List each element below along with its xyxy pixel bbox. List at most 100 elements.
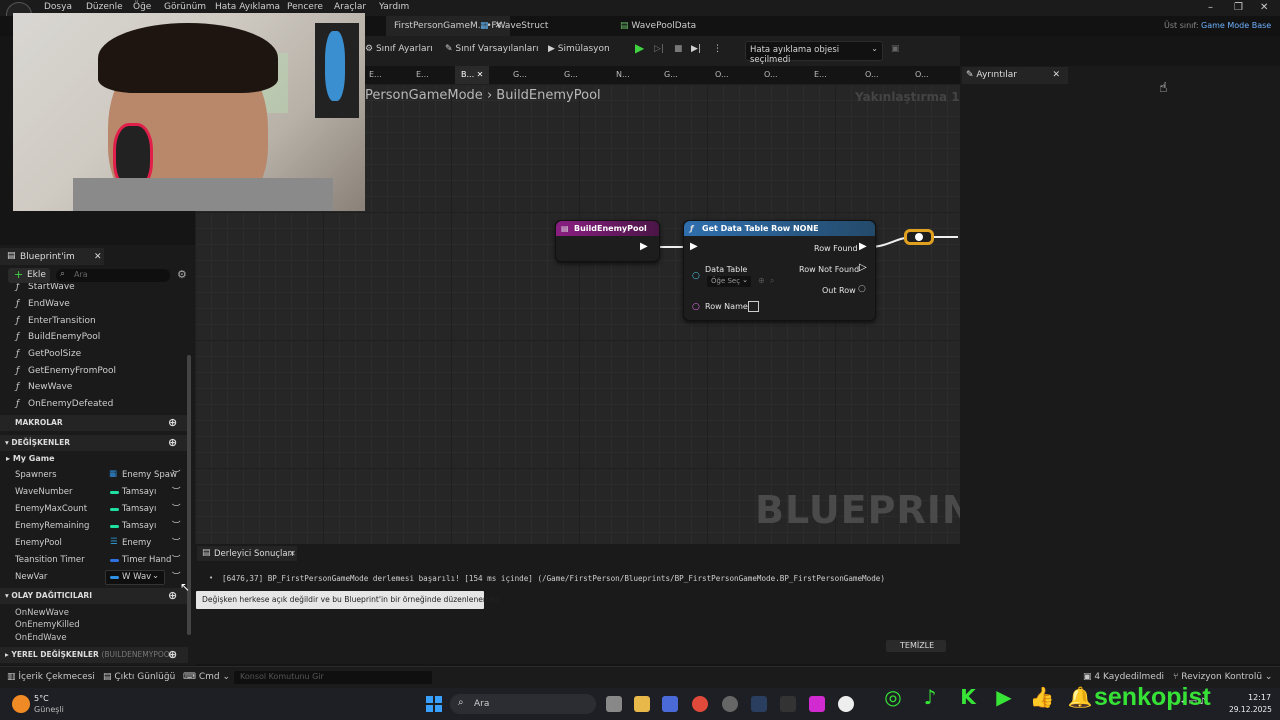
tab-my-blueprint[interactable]: ▤ Blueprint'im ✕ [0, 248, 104, 265]
weather-icon [12, 695, 30, 713]
dispatcher-item[interactable]: OnEndWave [15, 633, 67, 643]
type-pill-icon [110, 491, 119, 494]
settings-gear-icon[interactable]: ⚙ [177, 268, 187, 281]
out-row-label: Out Row [822, 286, 856, 295]
add-dispatcher-icon[interactable]: ⊕ [168, 588, 177, 604]
chrome-icon[interactable] [692, 696, 708, 712]
unsaved-button[interactable]: ▣ 4 Kaydedilmedi [1083, 672, 1164, 682]
category-my-game[interactable]: ▸ My Game [6, 454, 55, 463]
exec-out-pin[interactable]: ▶ [640, 241, 648, 252]
clear-button[interactable]: TEMİZLE [886, 640, 946, 652]
add-variable-icon[interactable]: ⊕ [168, 435, 177, 451]
clock-time[interactable]: 12:17 [1248, 693, 1271, 702]
row-not-found-pin[interactable]: ▷ [859, 262, 867, 273]
row-found-pin[interactable]: ▶ [859, 241, 867, 252]
cmd-select[interactable]: ⌨ Cmd ⌄ [183, 672, 230, 682]
revision-label: Revizyon Kontrolü [1181, 672, 1263, 682]
eye-closed-icon[interactable]: ︶ [172, 485, 181, 497]
variable-type: Enemy Spaw [122, 470, 177, 480]
console-input[interactable]: Konsol Komutunu Gir [234, 671, 432, 684]
use-selected-icon[interactable]: ⊕ [758, 276, 765, 285]
file-explorer-icon[interactable] [634, 696, 650, 712]
function-item[interactable]: NewWave [28, 382, 72, 392]
bell-icon: 🔔 [1067, 685, 1093, 709]
function-item[interactable]: EndWave [28, 299, 70, 309]
close-icon[interactable]: ✕ [94, 252, 102, 262]
data-table-select[interactable]: Öğe Seç ⌄ [707, 276, 751, 287]
function-entry-node[interactable]: ▤ BuildEnemyPool ▶ [555, 220, 660, 262]
details-icon: ✎ [966, 70, 974, 80]
function-item[interactable]: GetPoolSize [28, 349, 81, 359]
tab-details[interactable]: ✎ Ayrıntılar ✕ [962, 67, 1068, 84]
variable-row[interactable]: Spawners ▦ Enemy Spaw ︶ [0, 467, 188, 484]
output-log-button[interactable]: ▤ Çıktı Günlüğü [103, 672, 175, 682]
get-data-table-row-node[interactable]: ƒ Get Data Table Row NONE ▶ ○ Data Table… [683, 220, 876, 321]
variable-row[interactable]: EnemyRemaining Tamsayı ︶ [0, 518, 188, 535]
dispatcher-item[interactable]: OnNewWave [15, 608, 69, 618]
store-icon[interactable] [662, 696, 678, 712]
chevron-down-icon: ⌄ [1264, 672, 1273, 682]
variable-type-select[interactable]: W Wav ⌄ [105, 570, 165, 585]
add-button[interactable]: + Ekle [8, 268, 50, 283]
app-icon[interactable] [809, 696, 825, 712]
row-name-input[interactable] [748, 301, 759, 312]
eye-closed-icon[interactable]: ︶ [172, 536, 181, 548]
variable-row[interactable]: EnemyMaxCount Tamsayı ︶ [0, 501, 188, 518]
eye-closed-icon[interactable]: ︶ [172, 553, 181, 565]
row-name-pin[interactable]: ○ [692, 302, 700, 312]
taskbar-search[interactable]: ⌕ Ara [450, 694, 596, 714]
windows-start-icon[interactable] [426, 696, 442, 712]
node-header: ƒ Get Data Table Row NONE [684, 221, 875, 236]
unreal-engine-icon[interactable] [838, 696, 854, 712]
local-variables-section[interactable]: ▸ YEREL DEĞİŞKENLER (BUILDENEMYPOOL) ⊕ [0, 647, 188, 663]
function-item[interactable]: GetEnemyFromPool [28, 366, 116, 376]
github-icon[interactable] [722, 696, 738, 712]
dispatcher-item[interactable]: OnEnemyKilled [15, 620, 80, 630]
tab-compiler-results[interactable]: ▤ Derleyici Sonuçları ✕ [197, 546, 297, 561]
function-icon: ƒ [16, 399, 20, 409]
variable-name: NewVar [15, 572, 48, 582]
like-icon: 👍 [1029, 685, 1055, 709]
weather-temp[interactable]: 5°C [34, 694, 49, 703]
close-icon[interactable]: ✕ [1052, 67, 1060, 84]
variable-row[interactable]: WaveNumber Tamsayı ︶ [0, 484, 188, 501]
eye-closed-icon[interactable]: ︶ [172, 519, 181, 531]
close-icon[interactable]: ✕ [289, 549, 296, 558]
function-item[interactable]: EnterTransition [28, 316, 96, 326]
function-item[interactable]: OnEnemyDefeated [28, 399, 113, 409]
steam-icon[interactable] [751, 696, 767, 712]
out-row-pin[interactable]: ○ [858, 284, 866, 294]
webcam-overlay [13, 13, 365, 211]
search-input[interactable]: ⌕ Ara [56, 269, 170, 282]
my-blueprint-title: Blueprint'im [20, 252, 75, 262]
console-placeholder: Konsol Komutunu Gir [240, 672, 324, 681]
task-view-icon[interactable] [606, 696, 622, 712]
revision-control-button[interactable]: ⑂ Revizyon Kontrolü ⌄ [1173, 672, 1272, 682]
browse-icon[interactable]: ⌕ [770, 276, 774, 286]
search-icon: ⌕ [458, 697, 464, 708]
chevron-down-icon: ⌄ [222, 672, 231, 682]
shirt-image [73, 178, 333, 211]
reroute-node[interactable] [904, 229, 934, 245]
variable-row[interactable]: Teansition Timer Timer Hand ︶ [0, 552, 188, 569]
variable-name: EnemyPool [15, 538, 62, 548]
variable-row[interactable]: EnemyPool ☰ Enemy ︶ [0, 535, 188, 552]
reroute-pin[interactable] [915, 233, 923, 241]
event-dispatchers-section[interactable]: ▾ OLAY DAĞITICILARI ⊕ [0, 588, 188, 604]
macros-section[interactable]: MAKROLAR ⊕ [0, 415, 188, 431]
function-item[interactable]: StartWave [28, 283, 75, 292]
data-table-pin[interactable]: ○ [692, 271, 700, 281]
epic-games-icon[interactable] [780, 696, 796, 712]
eye-closed-icon[interactable]: ︶ [172, 468, 181, 480]
node-header: ▤ BuildEnemyPool [556, 221, 659, 236]
add-label: Ekle [27, 270, 46, 280]
function-item[interactable]: BuildEnemyPool [28, 332, 100, 342]
variables-section[interactable]: ▾ DEĞİŞKENLER ⊕ [0, 435, 188, 451]
add-macro-icon[interactable]: ⊕ [168, 415, 177, 431]
type-pill-icon [110, 576, 119, 579]
add-local-variable-icon[interactable]: ⊕ [168, 647, 177, 663]
variable-row-selected[interactable]: NewVar W Wav ⌄ ︶ [0, 569, 188, 586]
content-drawer-button[interactable]: ▥ İçerik Çekmecesi [7, 672, 95, 682]
exec-in-pin[interactable]: ▶ [690, 241, 698, 252]
eye-closed-icon[interactable]: ︶ [172, 502, 181, 514]
